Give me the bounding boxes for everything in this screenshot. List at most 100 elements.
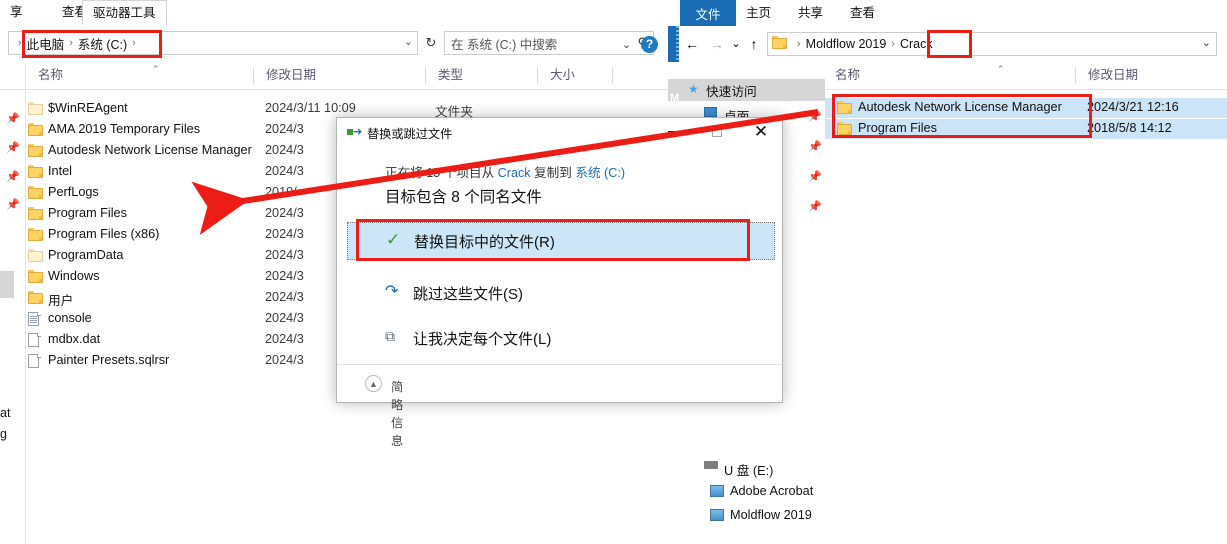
up-icon[interactable]: ↑ [744,32,764,56]
pin-icon[interactable]: 📌 [808,142,822,153]
table-row[interactable]: Program Files 2018/5/8 14:12 [825,119,1227,139]
maximize-button[interactable] [699,118,735,146]
file-date: 2024/3 [265,227,304,241]
edge-fragment-text: g [0,427,7,441]
app-folder-icon [710,485,724,497]
back-icon[interactable]: ← [682,32,702,56]
folder-icon [28,123,43,139]
file-name: Program Files [48,206,127,220]
option-skip-files[interactable]: ↷ 跳过这些文件(S) [337,275,782,313]
right-crumb-sep-0: › [797,38,801,50]
left-col-divider-3[interactable] [537,67,538,84]
close-button[interactable]: ✕ [743,118,779,146]
dialog-subtitle-prefix: 正在将 15 个项目从 [385,166,498,180]
dialog-subtitle-middle: 复制到 [530,166,576,180]
right-breadcrumb-moldflow[interactable]: Moldflow 2019 [806,37,887,51]
left-ribbon-tab-drive-tools[interactable]: 驱动器工具 [82,0,167,25]
file-name: Painter Presets.sqlrsr [48,353,170,367]
left-column-date[interactable]: 修改日期 [256,62,316,89]
file-name: $WinREAgent [48,101,128,115]
dialog-footer-divider [337,364,782,365]
help-icon[interactable]: ? [641,36,658,53]
right-address-row: ← → ⌄ ↑ › Moldflow 2019 › Crack ⌄ [668,32,1227,58]
right-column-date[interactable]: 修改日期 [1078,62,1138,89]
pin-icon[interactable]: 📌 [808,172,822,183]
right-ribbon-tab-file[interactable]: 文件 [680,0,736,26]
file-date: 2024/3 [265,143,304,157]
left-column-size[interactable]: 大小 [540,62,575,89]
left-search-placeholder: 在 系统 (C:) 中搜索 [451,37,558,52]
option-label: 替换目标中的文件(R) [414,234,555,251]
desktop-icon-fragment: M [670,92,680,104]
left-col-divider-1[interactable] [253,67,254,84]
option-replace-files[interactable]: ✓ 替换目标中的文件(R) [347,222,775,260]
sidebar-item-adobe-acrobat[interactable]: Adobe Acrobat [668,482,825,504]
right-address-bar[interactable]: › Moldflow 2019 › Crack ⌄ [767,32,1217,56]
sidebar-item-label: Adobe Acrobat [730,484,814,498]
folder-icon [28,144,43,160]
sidebar-item-usb-drive[interactable]: U 盘 (E:) [668,458,825,480]
left-col-divider-4[interactable] [612,67,613,84]
pin-icon[interactable]: 📌 [808,202,822,213]
file-date: 2024/3 [265,290,304,304]
right-breadcrumb-crack[interactable]: Crack [900,37,933,51]
close-icon: ✕ [753,122,769,141]
left-crumb-sep-0: › [18,37,22,49]
folder-dim-icon [28,249,43,265]
file-name: Program Files (x86) [48,227,160,241]
folder-icon [28,186,43,202]
recent-locations-icon[interactable]: ⌄ [726,32,746,56]
right-column-name[interactable]: 名称 [825,62,860,89]
sort-ascending-icon: ⌃ [997,64,1005,74]
sidebar-item-label: Moldflow 2019 [730,508,812,522]
right-col-divider-1[interactable] [1075,67,1076,84]
desktop-icon [704,107,717,117]
file-date: 2024/3 [265,164,304,178]
dialog-heading: 目标包含 8 个同名文件 [385,189,542,206]
right-ribbon-tab-home[interactable]: 主页 [746,0,771,26]
minimize-button[interactable] [656,118,692,146]
right-ribbon-tab-view[interactable]: 查看 [850,0,875,26]
sidebar-item-moldflow-2019[interactable]: Moldflow 2019 [668,506,825,528]
right-ribbon-tabbar: 文件 主页 共享 查看 [668,0,1227,26]
forward-icon[interactable]: → [707,32,727,56]
file-date: 2024/3/11 10:09 [265,101,356,115]
usb-drive-icon [704,461,718,469]
right-address-dropdown-icon[interactable]: ⌄ [1202,36,1211,49]
sidebar-item-label: U 盘 (E:) [724,464,774,478]
sort-ascending-icon: ⌃ [152,64,160,74]
dialog-source-link[interactable]: Crack [498,166,531,180]
folder-icon [772,36,787,52]
left-ribbon-collapse-icon[interactable]: ⌄ [622,38,631,51]
folder-dim-icon [28,102,43,118]
file-name: 用户 [48,294,74,308]
dialog-target-link[interactable]: 系统 (C:) [575,166,625,180]
left-crumb-sep-2: › [132,37,136,49]
left-column-type[interactable]: 类型 [428,62,463,89]
file-icon [28,333,41,351]
left-column-name[interactable]: 名称 [28,62,63,89]
pin-icon[interactable]: 📌 [808,112,822,123]
option-label: 跳过这些文件(S) [413,286,523,303]
left-address-dropdown-icon[interactable]: ⌄ [404,35,413,48]
left-column-header: 名称 ⌃ 修改日期 类型 大小 [0,62,668,90]
left-crumb-sep-1: › [69,37,73,49]
left-breadcrumb-this-pc[interactable]: 此电脑 [27,34,65,53]
left-breadcrumb-system-c[interactable]: 系统 (C:) [78,34,127,53]
file-name: PerfLogs [48,185,99,199]
option-let-me-decide[interactable]: ⧉ 让我决定每个文件(L) [337,320,782,358]
dialog-title-bar[interactable]: ➜ 替换或跳过文件 ✕ [337,118,782,148]
file-name: AMA 2019 Temporary Files [48,122,201,136]
left-col-divider-2[interactable] [425,67,426,84]
refresh-icon[interactable]: ↻ [421,32,441,54]
left-ribbon-tab-share[interactable]: 享 [0,0,33,24]
dialog-subtitle: 正在将 15 个项目从 Crack 复制到 系统 (C:) [385,162,625,181]
file-name: Windows [48,269,100,283]
folder-icon [28,228,43,244]
table-row[interactable]: Autodesk Network License Manager 2024/3/… [825,98,1227,118]
right-ribbon-tab-share[interactable]: 共享 [798,0,823,26]
sidebar-item-quick-access[interactable]: ★ 快速访问 [668,79,825,101]
folder-icon [28,291,43,307]
file-date: 2024/3 [265,332,304,346]
left-address-bar[interactable]: › 此电脑 › 系统 (C:) › ⌄ [8,31,418,55]
